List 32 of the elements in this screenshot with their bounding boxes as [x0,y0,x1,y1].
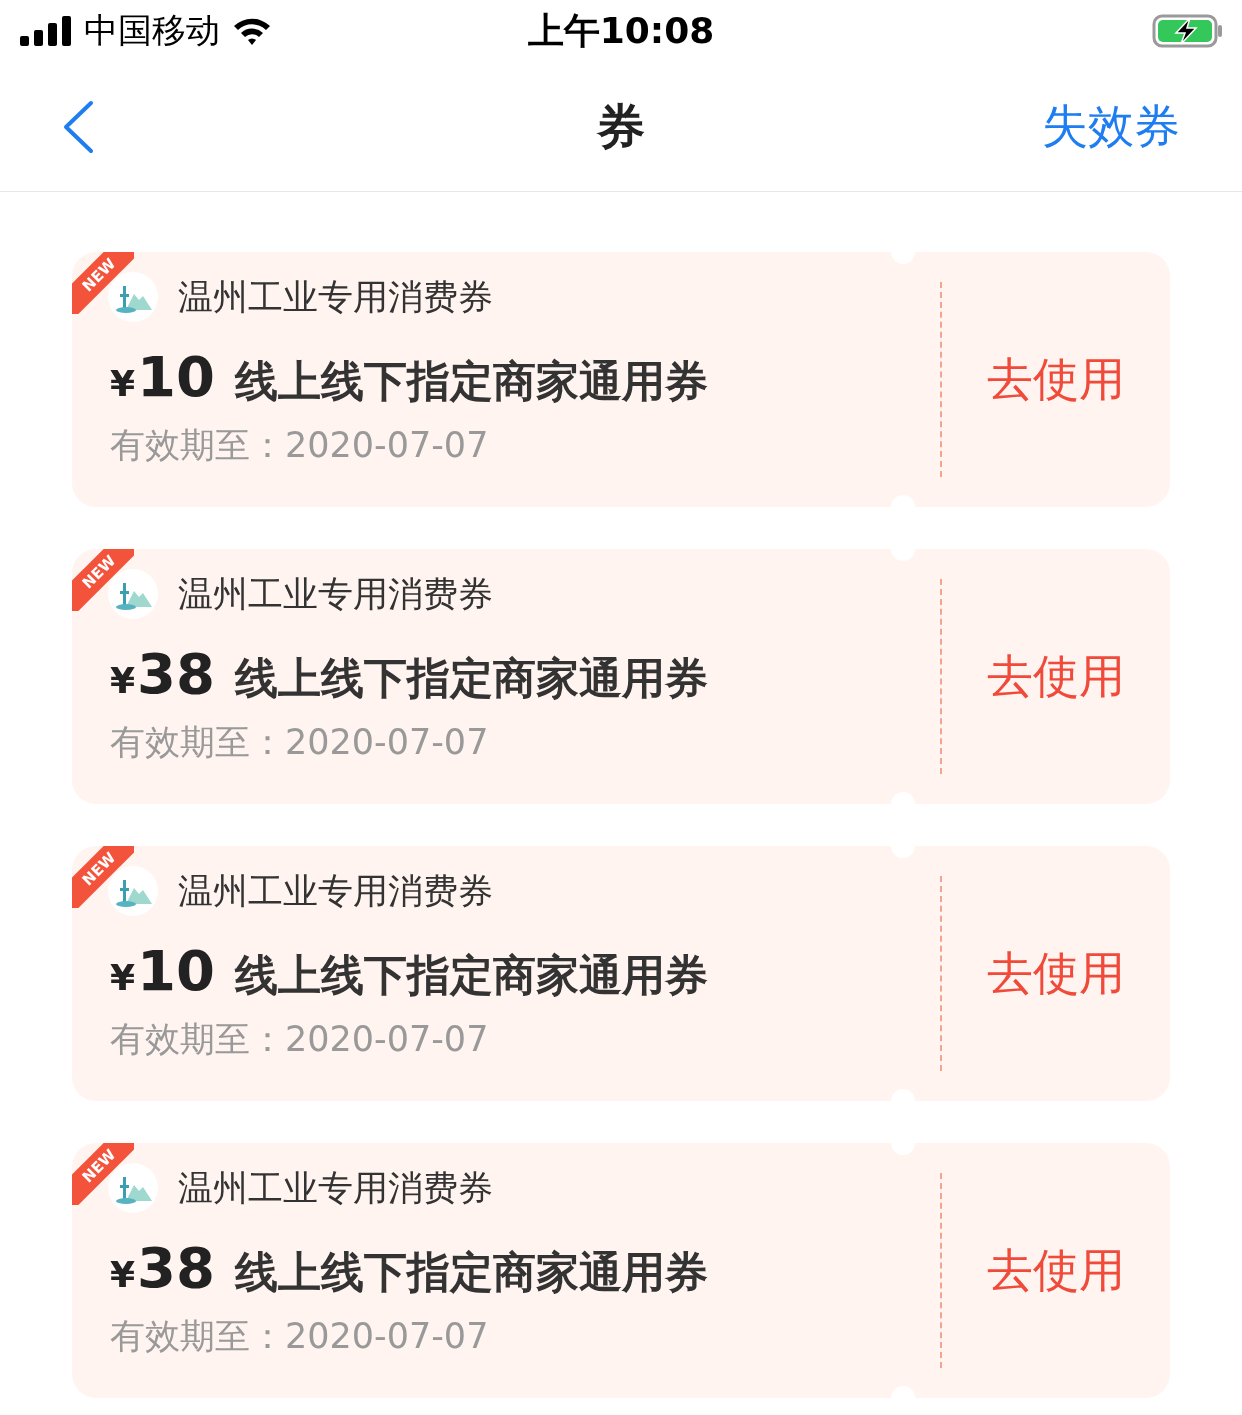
coupon-issuer: 温州工业专用消费券 [178,1166,493,1210]
coupon-name: 线上线下指定商家通用券 [235,949,708,1002]
page-title: 券 [597,96,645,156]
coupon-name: 线上线下指定商家通用券 [235,355,708,408]
expiry-date: 有效期至：2020-07-07 [110,1018,490,1061]
coupon-issuer: 温州工业专用消费券 [178,572,493,616]
coupon-amount: 10 [137,344,215,409]
coupon-amount: 38 [137,1235,215,1300]
expired-coupons-link[interactable]: 失效券 [1042,95,1180,158]
back-button[interactable] [62,99,94,154]
carrier-name: 中国移动 [84,9,220,52]
coupon-issuer: 温州工业专用消费券 [178,869,493,913]
use-button[interactable]: 去使用 [987,1239,1125,1302]
coupon-amount: 38 [137,641,215,706]
coupon-name: 线上线下指定商家通用券 [235,652,708,705]
currency-symbol: ¥ [110,957,136,998]
chevron-left-icon [62,99,94,154]
coupon-issuer: 温州工业专用消费券 [178,275,493,319]
status-time: 上午10:08 [527,8,715,53]
coupon-name: 线上线下指定商家通用券 [235,1246,708,1299]
currency-symbol: ¥ [110,660,136,701]
currency-symbol: ¥ [110,363,136,404]
signal-icon [20,16,72,46]
use-button[interactable]: 去使用 [987,942,1125,1005]
expiry-date: 有效期至：2020-07-07 [110,424,490,467]
expiry-date: 有效期至：2020-07-07 [110,1315,490,1358]
expiry-date: 有效期至：2020-07-07 [110,721,490,764]
use-button[interactable]: 去使用 [987,348,1125,411]
currency-symbol: ¥ [110,1254,136,1295]
coupon-amount: 10 [137,938,215,1003]
wifi-icon [232,16,272,46]
use-button[interactable]: 去使用 [987,645,1125,708]
